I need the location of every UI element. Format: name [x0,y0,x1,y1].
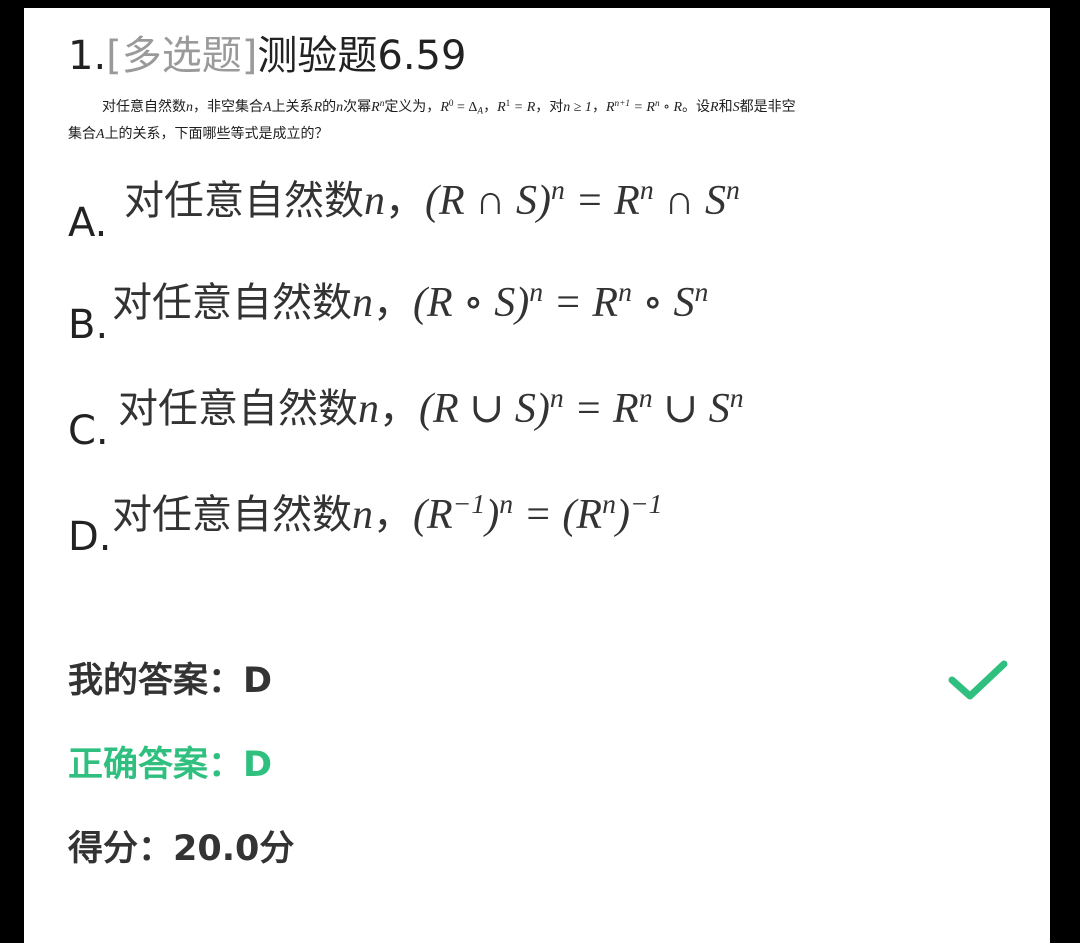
option-text: 对任意自然数n，(R ∪ S)n = Rn ∪ Sn [118,381,744,432]
my-answer: 我的答案：D [68,652,272,703]
option-letter: C. [68,408,109,454]
my-answer-label: 我的答案： [68,661,244,701]
option-text: 对任意自然数n，(R−1)n = (Rn)−1 [112,487,663,538]
question-card: 1.[多选题]测验题6.59 对任意自然数n，非空集合A上关系R的n次幂Rn定义… [24,8,1050,943]
correct-answer: 正确答案：D [68,736,272,787]
score-value: 20.0分 [173,829,295,869]
option-c[interactable]: C. 对任意自然数n，(R ∪ S)n = Rn ∪ Sn [68,381,848,464]
option-b[interactable]: B. 对任意自然数n，(R ∘ S)n = Rn ∘ Sn [68,275,828,358]
correct-answer-value: D [243,745,273,785]
question-name: 测验题6.59 [257,33,467,79]
question-title: 1.[多选题]测验题6.59 [68,30,466,82]
option-text: 对任意自然数n，(R ∘ S)n = Rn ∘ Sn [112,275,709,326]
option-letter: A. [68,200,108,246]
my-answer-value: D [243,661,273,701]
score-label: 得分： [68,829,174,869]
question-number: 1. [68,33,107,79]
option-d[interactable]: D. 对任意自然数n，(R−1)n = (Rn)−1 [68,487,828,570]
check-icon [948,660,1008,700]
option-letter: B. [68,302,109,348]
option-text: 对任意自然数n，(R ∩ S)n = Rn ∩ Sn [124,173,740,224]
question-stem: 对任意自然数n，非空集合A上关系R的n次幂Rn定义为，R0 = ΔA，R1 = … [68,97,796,142]
score: 得分：20.0分 [68,820,294,871]
option-letter: D. [68,514,112,560]
question-type-tag: [多选题] [106,33,258,79]
option-a[interactable]: A. 对任意自然数n，(R ∩ S)n = Rn ∩ Sn [68,173,828,256]
correct-answer-label: 正确答案： [68,745,244,785]
